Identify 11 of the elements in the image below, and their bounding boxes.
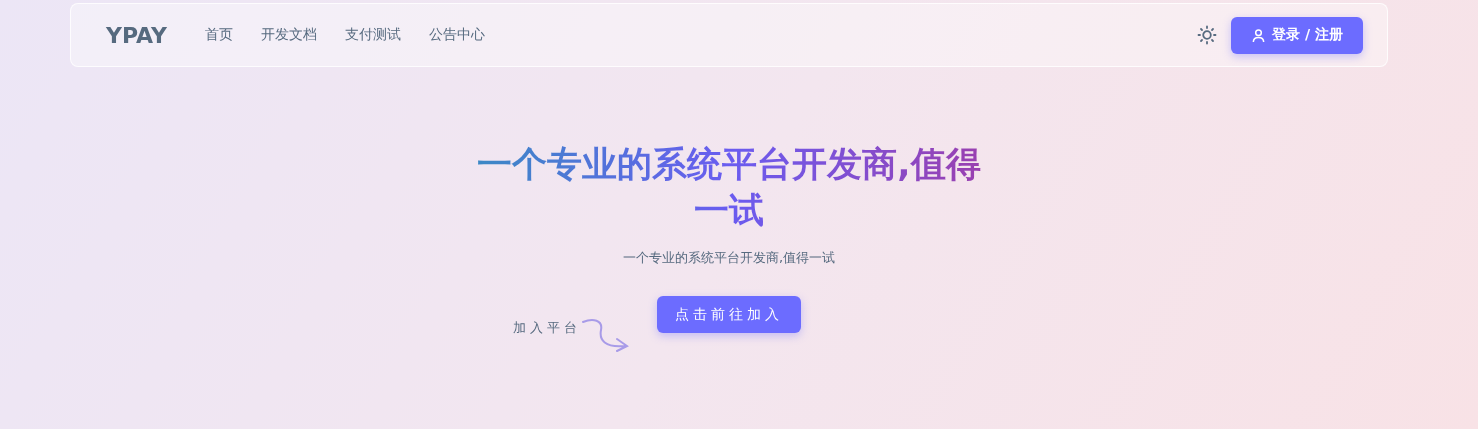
nav-link[interactable]: 首页 <box>190 26 247 44</box>
user-icon <box>1251 27 1267 43</box>
logo[interactable]: YPAY <box>106 22 167 48</box>
hero-subtitle: 一个专业的系统平台开发商,值得一试 <box>622 249 836 267</box>
nav-link[interactable]: 开发文档 <box>246 26 331 44</box>
side-note: 加入平台 <box>513 319 581 337</box>
login-button[interactable]: 登录 / 注册 <box>1231 16 1363 54</box>
nav-link[interactable]: 公告中心 <box>414 26 499 44</box>
nav-link[interactable]: 支付测试 <box>330 26 415 44</box>
theme-toggle-icon[interactable] <box>1197 25 1218 45</box>
join-button[interactable]: 点击前往加入 <box>657 296 801 333</box>
